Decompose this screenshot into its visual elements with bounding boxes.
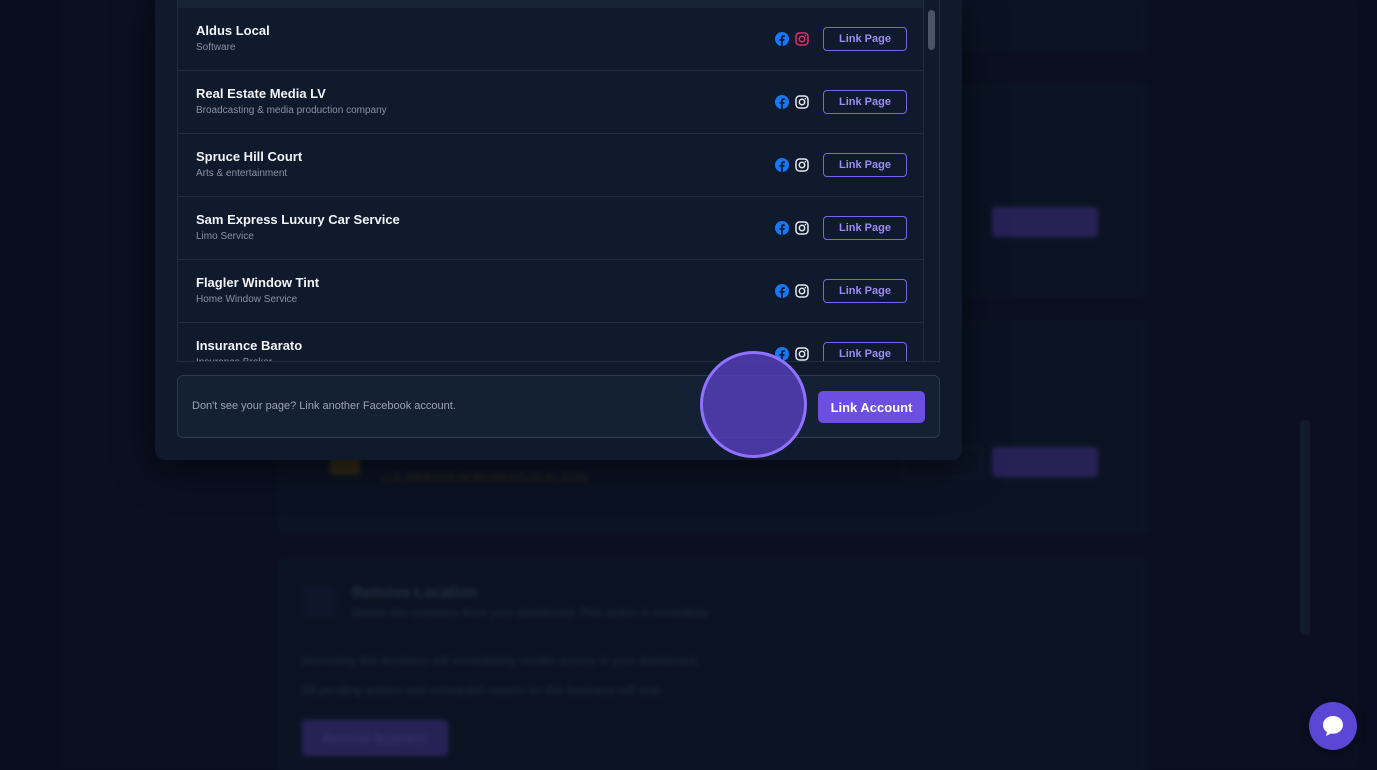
page-row: Real Estate Media LV Broadcasting & medi… [178,71,925,134]
page-info: Insurance Barato Insurance Broker [196,338,303,361]
click-indicator [700,351,807,458]
page-info: Spruce Hill Court Arts & entertainment [196,149,302,180]
page-actions: Link Page [775,27,907,51]
facebook-icon [775,32,789,46]
page-actions: Link Page [775,342,907,361]
link-page-button[interactable]: Link Page [823,90,907,114]
page-row: Aldus Local Software Link Page [178,8,925,71]
list-scrollbar-thumb[interactable] [928,10,935,50]
page-info: Flagler Window Tint Home Window Service [196,275,319,306]
link-account-footer: Don't see your page? Link another Facebo… [177,375,940,438]
instagram-icon [795,221,809,235]
page-list: Aldus Local Software Link Page Real Esta [178,8,925,361]
page-row: Sam Express Luxury Car Service Limo Serv… [178,197,925,260]
page-name: Spruce Hill Court [196,149,303,164]
list-header-strip [178,0,925,8]
page-name: Insurance Barato [196,338,303,353]
page-list-container: Aldus Local Software Link Page Real Esta [177,0,940,362]
page-info: Sam Express Luxury Car Service Limo Serv… [196,212,400,243]
chat-button[interactable] [1309,702,1357,750]
link-account-button[interactable]: Link Account [818,391,925,423]
link-page-modal: Aldus Local Software Link Page Real Esta [155,0,962,460]
instagram-icon [795,95,809,109]
page-name: Aldus Local [196,23,270,38]
page-name: Flagler Window Tint [196,275,320,290]
link-page-button[interactable]: Link Page [823,216,907,240]
facebook-icon [775,221,789,235]
instagram-icon [795,347,809,361]
page-actions: Link Page [775,216,907,240]
page-category: Limo Service [196,231,254,242]
instagram-icon [795,32,809,46]
page-row: Spruce Hill Court Arts & entertainment L… [178,134,925,197]
instagram-icon [795,158,809,172]
link-page-button[interactable]: Link Page [823,279,907,303]
page-category: Insurance Broker [196,357,302,361]
page-category: Software [196,42,236,53]
page-row: Insurance Barato Insurance Broker Link P… [178,323,925,361]
facebook-icon [775,95,789,109]
list-scrollbar[interactable] [923,0,939,361]
facebook-icon [775,158,789,172]
page-actions: Link Page [775,279,907,303]
chat-icon [1323,716,1343,736]
page-actions: Link Page [775,153,907,177]
link-page-button[interactable]: Link Page [823,153,907,177]
instagram-icon [795,284,809,298]
page-info: Real Estate Media LV Broadcasting & medi… [196,86,387,117]
page-category: Arts & entertainment [196,168,288,179]
page-actions: Link Page [775,90,907,114]
link-page-button[interactable]: Link Page [823,342,907,361]
page-info: Aldus Local Software [196,23,270,54]
page-name: Sam Express Luxury Car Service [196,212,400,227]
facebook-icon [775,284,789,298]
page-row: Flagler Window Tint Home Window Service … [178,260,925,323]
link-page-button[interactable]: Link Page [823,27,907,51]
page-name: Real Estate Media LV [196,86,326,101]
page-category: Home Window Service [196,294,298,305]
footer-hint-text: Don't see your page? Link another Facebo… [192,400,456,412]
page-category: Broadcasting & media production company [196,105,387,116]
